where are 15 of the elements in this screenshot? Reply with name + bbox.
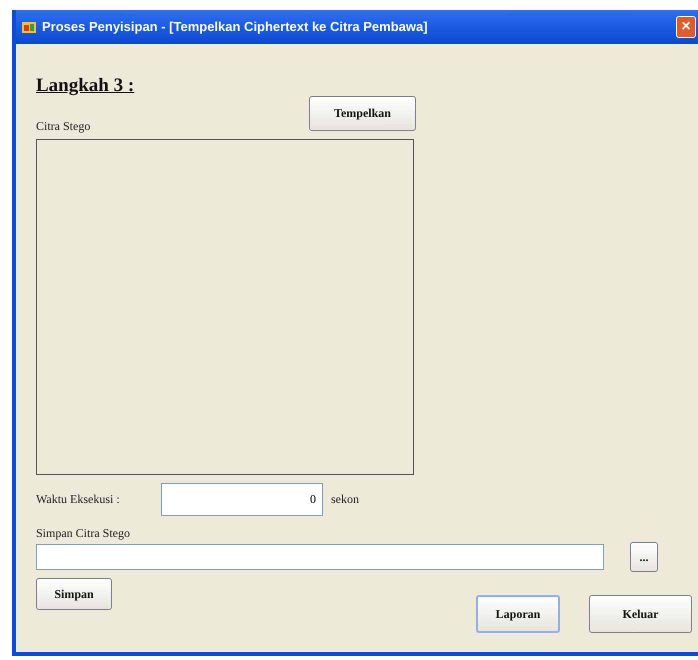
execution-time-field[interactable]: 0 — [161, 482, 323, 516]
browse-button[interactable]: ... — [630, 542, 658, 572]
unit-label: sekon — [331, 491, 359, 508]
save-path-field[interactable] — [36, 544, 604, 570]
app-icon — [22, 20, 36, 34]
image-label: Citra Stego — [36, 118, 92, 134]
close-button[interactable]: × — [676, 16, 696, 38]
exit-button[interactable]: Keluar — [589, 594, 692, 632]
report-button[interactable]: Laporan — [476, 594, 560, 632]
save-button[interactable]: Simpan — [36, 578, 112, 610]
window-title: Proses Penyisipan - [Tempelkan Ciphertext ke Citra Pembawa] — [42, 18, 428, 36]
save-path-label: Simpan Citra Stego — [36, 526, 130, 540]
execution-time-label: Waktu Eksekusi : — [36, 491, 121, 508]
paste-button[interactable]: Tempelkan — [309, 96, 416, 130]
step-heading: Langkah 3 : — [36, 74, 134, 98]
